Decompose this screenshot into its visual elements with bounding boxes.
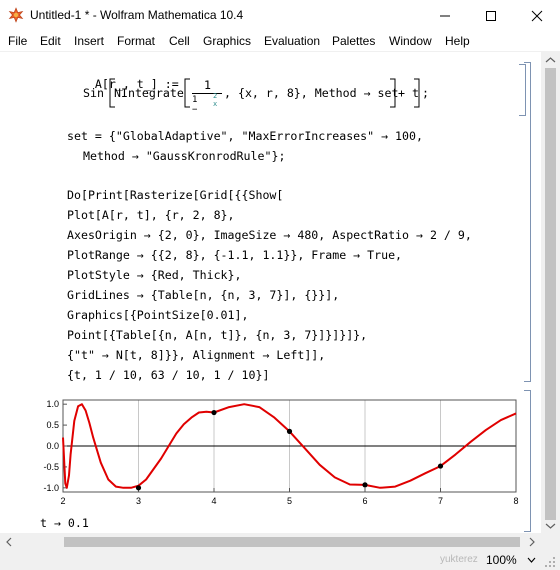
code-do-line-8: Point[{Table[{n, A[n, t]}, {n, 3, 7}]}]}… xyxy=(67,328,368,342)
code-do-line-9: {"t" → N[t, 8]}}, Alignment → Left]], xyxy=(67,348,326,362)
nintegrate-args: , {x, r, 8}, Method → set xyxy=(224,86,399,100)
resize-grip-icon[interactable] xyxy=(544,556,556,568)
def-semicolon: ; xyxy=(422,86,429,100)
notebook-document[interactable]: A[r_, t_] := Sin NIntegrate 1 1 − 2 x , … xyxy=(0,52,541,533)
code-do-line-10: {t, 1 / 10, 63 / 10, 1 / 10}] xyxy=(67,368,270,382)
x-tick-label-6: 6 xyxy=(362,496,367,506)
horizontal-scrollbar[interactable] xyxy=(0,533,541,550)
output-plot: 2 3 4 5 6 7 8 1.0 0.5 0.0 -0.5 -1.0 xyxy=(43,399,518,506)
code-do-line-1: Do[Print[Rasterize[Grid[{{Show[ xyxy=(67,188,284,202)
horizontal-scroll-thumb[interactable] xyxy=(64,537,520,547)
code-set-line1: set = {"GlobalAdaptive", "MaxErrorIncrea… xyxy=(67,129,423,143)
data-point-4 xyxy=(211,409,217,416)
menu-cell[interactable]: Cell xyxy=(169,34,190,48)
menu-evaluation[interactable]: Evaluation xyxy=(264,34,320,48)
def-cell-bracket[interactable] xyxy=(519,64,526,116)
window-title: Untitled-1 * - Wolfram Mathematica 10.4 xyxy=(30,8,244,22)
output-t-label: t → 0.1 xyxy=(40,516,89,530)
menu-palettes[interactable]: Palettes xyxy=(332,34,375,48)
data-point-6 xyxy=(362,482,368,488)
menu-edit[interactable]: Edit xyxy=(40,34,61,48)
status-bar: yukterez 100% xyxy=(0,550,560,570)
close-button[interactable] xyxy=(514,0,560,31)
minimize-button[interactable] xyxy=(422,0,468,31)
code-do-line-3: AxesOrigin → {2, 0}, ImageSize → 480, As… xyxy=(67,228,472,242)
x-tick-label-3: 3 xyxy=(136,496,141,506)
nintegrate-bracket-left-icon xyxy=(184,78,190,108)
menu-bar: File Edit Insert Format Cell Graphics Ev… xyxy=(0,31,560,52)
nintegrate-bracket-right-icon xyxy=(390,78,396,108)
sin-bracket-right-icon xyxy=(414,78,420,108)
y-tick-label-0.5: 0.5 xyxy=(46,420,59,430)
code-do-line-4: PlotRange → {{2, 8}, {-1.1, 1.1}}, Frame… xyxy=(67,248,403,262)
minimize-icon xyxy=(440,15,450,16)
title-bar: Untitled-1 * - Wolfram Mathematica 10.4 xyxy=(0,0,560,31)
data-point-7 xyxy=(437,463,444,469)
fraction-small-denominator: x xyxy=(213,100,218,108)
y-tick-label-0.0: 0.0 xyxy=(46,441,59,451)
menu-insert[interactable]: Insert xyxy=(74,34,104,48)
data-point-5 xyxy=(286,428,293,434)
x-tick-label-5: 5 xyxy=(287,496,292,506)
watermark-text: yukterez xyxy=(440,554,478,565)
sin-function: Sin xyxy=(83,86,104,100)
code-set-line2: Method → "GaussKronrodRule"}; xyxy=(83,149,286,163)
fraction-small-numerator: 2 xyxy=(213,92,218,100)
menu-file[interactable]: File xyxy=(8,34,27,48)
code-do-line-5: PlotStyle → {Red, Thick}, xyxy=(67,268,242,282)
maximize-icon xyxy=(486,10,496,21)
fraction-numerator: 1 xyxy=(204,78,211,92)
vertical-scrollbar[interactable] xyxy=(541,52,560,533)
output-cell-bracket[interactable] xyxy=(524,390,531,532)
close-icon xyxy=(531,10,543,21)
scroll-up-icon[interactable] xyxy=(545,56,556,64)
data-point-3 xyxy=(135,485,142,491)
menu-window[interactable]: Window xyxy=(389,34,432,48)
menu-format[interactable]: Format xyxy=(117,34,155,48)
mathematica-logo-icon xyxy=(8,7,24,23)
vertical-scroll-thumb[interactable] xyxy=(545,68,556,520)
scroll-right-icon[interactable] xyxy=(528,537,536,547)
maximize-button[interactable] xyxy=(468,0,514,31)
scroll-left-icon[interactable] xyxy=(5,537,13,547)
zoom-dropdown-icon[interactable] xyxy=(527,557,536,563)
code-do-line-2: Plot[A[r, t], {r, 2, 8}, xyxy=(67,208,235,222)
zoom-level[interactable]: 100% xyxy=(486,553,517,567)
scroll-down-icon[interactable] xyxy=(545,522,556,530)
x-tick-label-4: 4 xyxy=(211,496,216,506)
menu-help[interactable]: Help xyxy=(445,34,470,48)
x-tick-label-8: 8 xyxy=(513,496,518,506)
y-tick-label-1.0: 1.0 xyxy=(46,399,59,409)
menu-graphics[interactable]: Graphics xyxy=(203,34,251,48)
x-tick-label-2: 2 xyxy=(60,496,65,506)
nintegrate-function: NIntegrate xyxy=(114,86,184,100)
code-do-line-6: GridLines → {Table[n, {n, 3, 7}], {}}], xyxy=(67,288,340,302)
fraction-bar xyxy=(192,93,222,94)
code-do-line-7: Graphics[{PointSize[0.01], xyxy=(67,308,249,322)
y-tick-label--1.0: -1.0 xyxy=(43,483,59,493)
x-tick-label-7: 7 xyxy=(438,496,443,506)
y-tick-label--0.5: -0.5 xyxy=(43,462,59,472)
fraction-denominator: 1 − xyxy=(192,95,198,115)
